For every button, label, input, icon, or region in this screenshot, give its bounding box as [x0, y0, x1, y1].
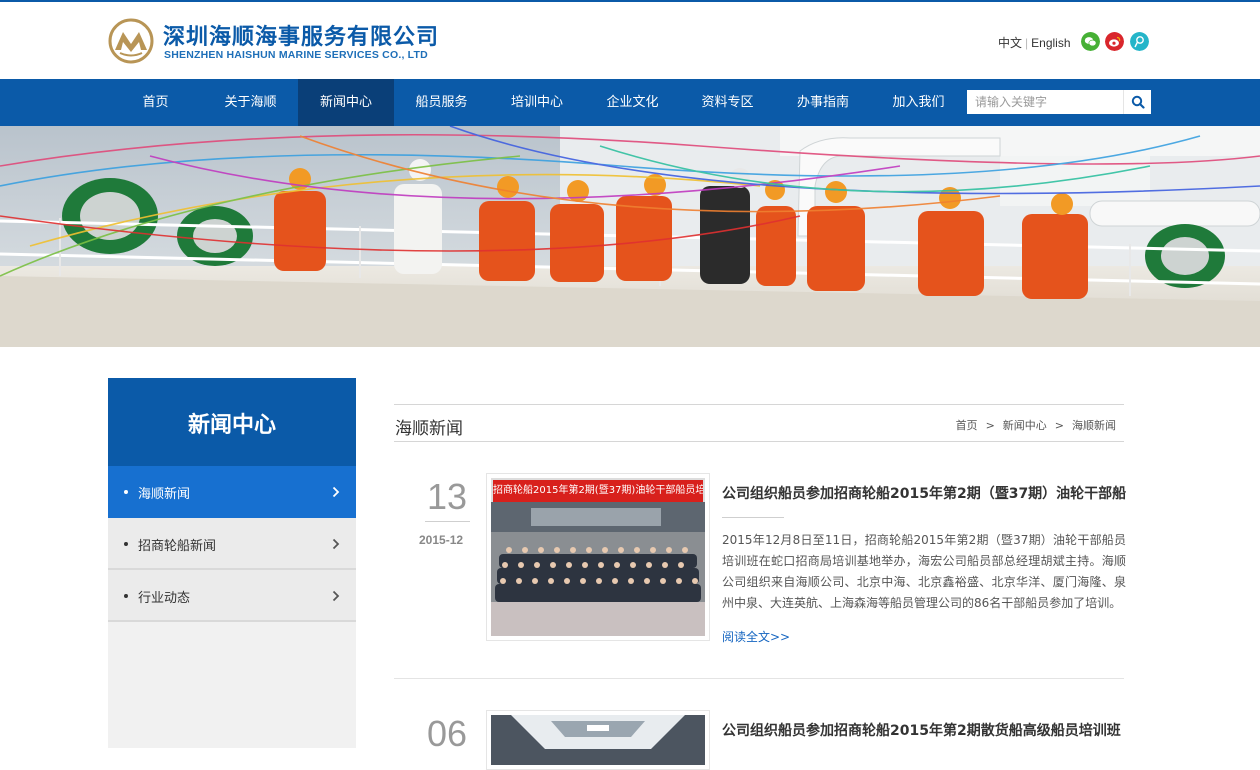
breadcrumb-news-center[interactable]: 新闻中心 — [1003, 419, 1047, 432]
company-name-en[interactable]: SHENZHEN HAISHUN MARINE SERVICES CO., LT… — [164, 49, 428, 61]
chevron-right-icon — [332, 590, 340, 602]
news-date-day: 13 — [427, 476, 468, 517]
site-header: 深圳海顺海事服务有限公司 SHENZHEN HAISHUN MARINE SER… — [0, 2, 1260, 78]
tencent-weibo-icon[interactable] — [1130, 32, 1149, 51]
breadcrumb-current[interactable]: 海顺新闻 — [1072, 419, 1116, 432]
sidebar-item-cmes-news[interactable]: 招商轮船新闻 — [108, 518, 356, 570]
news-summary: 2015年12月8日至11日，招商轮船2015年第2期（暨37期）油轮干部船员培… — [722, 533, 1126, 610]
news-divider — [394, 678, 1124, 679]
bullet-icon — [124, 594, 128, 598]
nav-item-resources[interactable]: 资料专区 — [680, 79, 775, 126]
nav-item-guide[interactable]: 办事指南 — [775, 79, 871, 126]
hero-banner — [0, 126, 1260, 347]
sidebar-title: 新闻中心 — [108, 378, 356, 466]
classroom-photo — [491, 715, 705, 765]
search-input[interactable] — [967, 90, 1123, 114]
chevron-right-icon — [332, 486, 340, 498]
nav-item-culture[interactable]: 企业文化 — [585, 79, 680, 126]
sidebar-item-industry-news[interactable]: 行业动态 — [108, 570, 356, 622]
sidebar-item-label: 招商轮船新闻 — [138, 539, 217, 554]
news-title-link[interactable]: 公司组织船员参加招商轮船2015年第2期（暨37期）油轮干部船 — [722, 483, 1126, 503]
news-title-link[interactable]: 公司组织船员参加招商轮船2015年第2期散货船高级船员培训班 — [722, 720, 1121, 740]
lang-separator: | — [1025, 36, 1029, 50]
sidebar-item-haishun-news[interactable]: 海顺新闻 — [108, 466, 356, 518]
news-thumbnail[interactable] — [486, 710, 710, 770]
search-box — [967, 90, 1151, 114]
breadcrumb-separator: > — [985, 419, 995, 432]
bullet-icon — [124, 542, 128, 546]
nav-item-crew-services[interactable]: 船员服务 — [394, 79, 489, 126]
lang-zh-link[interactable]: 中文 — [998, 36, 1022, 50]
sidebar-item-label: 行业动态 — [138, 591, 191, 606]
news-date-year-month: 2015-12 — [419, 533, 464, 547]
language-switcher: 中文 | English — [998, 34, 1071, 51]
sidebar: 新闻中心 海顺新闻 招商轮船新闻 行业动态 — [108, 378, 356, 748]
page-title: 海顺新闻 — [395, 419, 463, 439]
weibo-icon[interactable] — [1105, 32, 1124, 51]
search-icon — [1131, 95, 1145, 109]
main-nav: 首页 关于海顺 新闻中心 船员服务 培训中心 企业文化 资料专区 办事指南 加入… — [0, 79, 1260, 126]
nav-item-training[interactable]: 培训中心 — [489, 79, 585, 126]
nav-item-home[interactable]: 首页 — [108, 79, 203, 126]
sidebar-item-label: 海顺新闻 — [138, 487, 191, 502]
banner-crew-on-ship-photo — [0, 126, 1260, 347]
breadcrumb-separator: > — [1054, 419, 1064, 432]
wechat-icon[interactable] — [1081, 32, 1100, 51]
news-date-day: 06 — [427, 713, 468, 754]
breadcrumb: 首页 > 新闻中心 > 海顺新闻 — [956, 417, 1116, 433]
content-header: 海顺新闻 首页 > 新闻中心 > 海顺新闻 — [394, 404, 1124, 442]
nav-item-news[interactable]: 新闻中心 — [298, 79, 394, 126]
group-photo-people — [491, 502, 705, 636]
photo-banner-text: 招商轮船2015年第2期(暨37期)油轮干部船员培训班 — [493, 480, 703, 502]
nav-item-join-us[interactable]: 加入我们 — [871, 79, 966, 126]
read-more-link[interactable]: 阅读全文>> — [722, 628, 790, 645]
date-divider — [425, 521, 470, 522]
nav-item-about[interactable]: 关于海顺 — [203, 79, 298, 126]
breadcrumb-home[interactable]: 首页 — [956, 419, 978, 432]
news-thumbnail[interactable]: 招商轮船2015年第2期(暨37期)油轮干部船员培训班 — [486, 473, 710, 641]
chevron-right-icon — [332, 538, 340, 550]
company-name-cn[interactable]: 深圳海顺海事服务有限公司 — [163, 19, 439, 51]
search-button[interactable] — [1123, 90, 1151, 114]
title-underline — [722, 517, 784, 518]
haishun-logo-icon[interactable] — [108, 18, 154, 64]
lang-en-link[interactable]: English — [1031, 36, 1070, 50]
bullet-icon — [124, 490, 128, 494]
training-group-photo: 招商轮船2015年第2期(暨37期)油轮干部船员培训班 — [491, 478, 705, 636]
